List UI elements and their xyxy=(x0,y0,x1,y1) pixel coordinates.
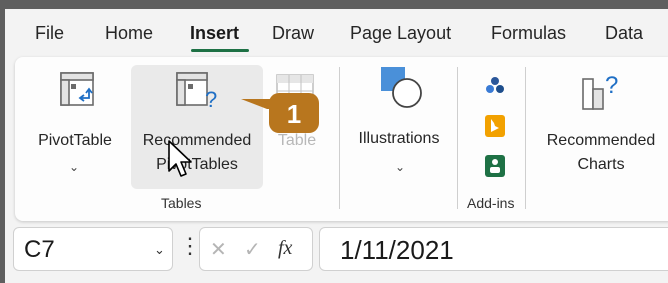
group-separator xyxy=(457,67,458,209)
callout-number: 1 xyxy=(287,99,301,129)
tables-group-label: Tables xyxy=(161,195,202,211)
step-callout-hand-icon: 1 xyxy=(241,93,319,133)
people-graph-addin-icon[interactable] xyxy=(485,155,505,177)
addins-group-label: Add-ins xyxy=(467,195,515,211)
name-box-value: C7 xyxy=(24,236,55,263)
recommended-charts-label-2: Charts xyxy=(577,156,625,173)
illustrations-label: Illustrations xyxy=(358,130,440,147)
enter-icon[interactable]: ✓ xyxy=(244,237,261,262)
cancel-icon[interactable]: ✕ xyxy=(210,237,227,262)
ribbon-panel: PivotTable ⌄ ? Recommended PivotTables T… xyxy=(15,57,668,221)
excel-window: File Home Insert Draw Page Layout Formul… xyxy=(5,9,668,283)
tab-file[interactable]: File xyxy=(35,22,64,44)
recommended-charts-button[interactable]: ? Recommended Charts xyxy=(535,69,667,181)
active-tab-indicator xyxy=(191,49,249,52)
pivot-table-label: PivotTable xyxy=(38,132,112,149)
chevron-down-icon: ⌄ xyxy=(69,160,80,174)
formula-input[interactable]: 1/11/2021 xyxy=(319,227,668,271)
recommended-pivot-label-2: PivotTables xyxy=(156,156,238,173)
tab-insert[interactable]: Insert xyxy=(190,22,239,44)
bing-addin-icon[interactable] xyxy=(485,115,505,137)
recommended-charts-icon: ? xyxy=(582,72,618,110)
group-separator xyxy=(525,67,526,209)
pivot-table-button[interactable]: PivotTable ⌄ xyxy=(23,69,127,181)
tab-draw[interactable]: Draw xyxy=(272,22,314,44)
visio-addin-icon[interactable] xyxy=(485,75,505,95)
recommended-charts-label-1: Recommended xyxy=(546,132,656,149)
svg-text:?: ? xyxy=(205,87,217,109)
tab-data[interactable]: Data xyxy=(605,22,643,44)
tab-page-layout[interactable]: Page Layout xyxy=(350,22,451,44)
formula-buttons: ✕ ✓ fx xyxy=(199,227,313,271)
name-box[interactable]: C7 ⌄ xyxy=(13,227,173,271)
tab-formulas[interactable]: Formulas xyxy=(491,22,566,44)
pivot-table-icon xyxy=(60,72,94,106)
recommended-pivot-icon: ? xyxy=(176,72,217,109)
formula-value: 1/11/2021 xyxy=(340,235,454,265)
svg-text:?: ? xyxy=(605,72,618,99)
chevron-down-icon[interactable]: ⌄ xyxy=(154,242,165,258)
group-separator xyxy=(339,67,340,209)
chevron-down-icon: ⌄ xyxy=(395,160,406,174)
more-options-icon[interactable]: ⋮ xyxy=(179,233,201,259)
ribbon-tabs: File Home Insert Draw Page Layout Formul… xyxy=(5,9,668,55)
mouse-cursor-icon xyxy=(168,140,192,177)
insert-function-icon[interactable]: fx xyxy=(278,237,292,260)
shapes-icon xyxy=(381,67,422,108)
formula-bar: C7 ⌄ ⋮ ✕ ✓ fx 1/11/2021 xyxy=(5,227,668,283)
tab-home[interactable]: Home xyxy=(105,22,153,44)
illustrations-button[interactable]: Illustrations ⌄ xyxy=(345,65,453,177)
